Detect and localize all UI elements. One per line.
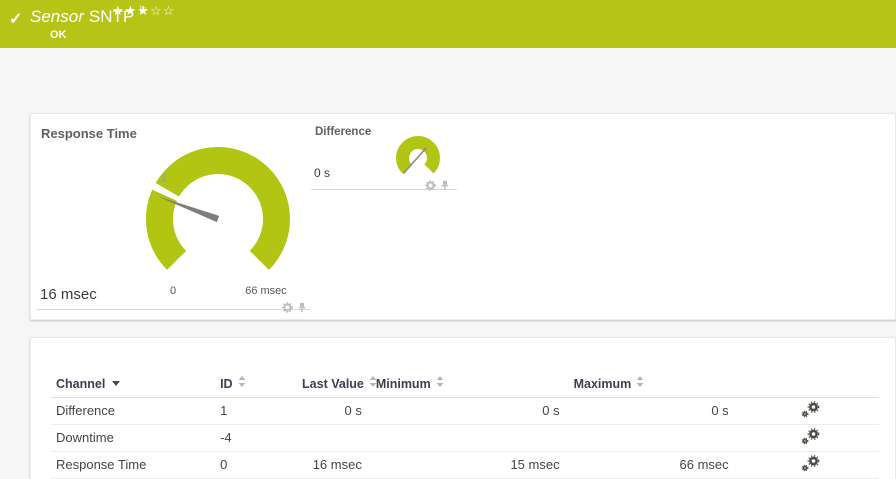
prtg-sensor-page: ✓ SensorSNTP⚐ ★★★☆☆ OK Overview [0,0,896,479]
gauge-scale-max: 66 msec [245,285,287,297]
column-header-channel[interactable]: Channel [51,371,221,398]
channel-title: Response Time [41,126,137,141]
gauges-card: Response Time x̄ 0 66 msec 16 msec Diffe… [30,113,896,320]
channels-table: Channel ID Last Value Minimum Maximum Di… [51,371,879,479]
sensor-type-label: Sensor [30,7,84,26]
channel-id: 0 [220,451,303,479]
channel-minimum: 0 s [375,397,574,425]
sort-icon [238,376,246,390]
channel-name[interactable]: Response Time [51,451,221,479]
tab-bar: Overview Live Data 2 days 30 days [0,48,896,143]
table-header-row: Channel ID Last Value Minimum Maximum [51,371,879,398]
channel-name[interactable]: Downtime [51,424,221,452]
response-time-gauge: x̄ [146,147,290,270]
channel-minimum: 15 msec [375,451,574,479]
table-row: Response Time 0 16 msec 15 msec 66 msec [51,451,879,479]
status-badge: OK [50,29,67,41]
sort-icon [636,376,644,390]
edit-channel-gears-icon[interactable] [801,400,820,421]
channels-table-card: Channel ID Last Value Minimum Maximum Di… [30,337,896,479]
channel-settings-gear-icon[interactable] [425,178,436,196]
table-row: Downtime -4 [51,424,879,452]
column-header-maximum[interactable]: Maximum [573,371,743,398]
channel-last-value: 0 s [302,397,376,425]
last-value: 0 s [314,166,331,180]
channel-minimum [375,424,574,452]
channel-settings-gear-icon[interactable] [282,300,293,318]
channel-maximum: 0 s [573,397,743,425]
difference-panel: Difference 0 s [311,118,457,191]
sensor-header: ✓ Sensor SNTP ⚐ ★★★☆☆ OK [0,0,896,48]
pin-gauge-icon[interactable] [297,300,307,318]
table-row: Difference 1 0 s 0 s 0 s [51,397,879,425]
sort-desc-icon [112,380,121,386]
stars-filled[interactable]: ★★★ [112,3,150,18]
pin-gauge-icon[interactable] [440,178,450,196]
channel-id: -4 [220,424,303,452]
column-header-actions [742,371,879,398]
edit-channel-gears-icon[interactable] [801,427,820,448]
edit-channel-gears-icon[interactable] [801,454,820,475]
channel-maximum [573,424,743,452]
sort-icon [436,376,444,390]
channel-maximum: 66 msec [573,451,743,479]
response-time-panel: Response Time x̄ 0 66 msec 16 msec [37,118,309,313]
priority-stars[interactable]: ★★★☆☆ [112,3,175,19]
average-marker: x̄ [161,173,167,185]
channel-id: 1 [220,397,303,425]
status-check-icon: ✓ [9,11,23,28]
last-value: 16 msec [40,286,97,303]
channel-name[interactable]: Difference [51,397,221,425]
gauge-scale-min: 0 [169,285,177,297]
column-header-id[interactable]: ID [220,371,303,398]
difference-gauge [396,136,440,175]
stars-empty[interactable]: ☆☆ [150,3,175,18]
column-header-last-value[interactable]: Last Value [302,371,377,398]
channel-title: Difference [315,126,372,138]
column-header-minimum[interactable]: Minimum [375,371,574,398]
channel-last-value [302,424,376,452]
channel-last-value: 16 msec [302,451,376,479]
